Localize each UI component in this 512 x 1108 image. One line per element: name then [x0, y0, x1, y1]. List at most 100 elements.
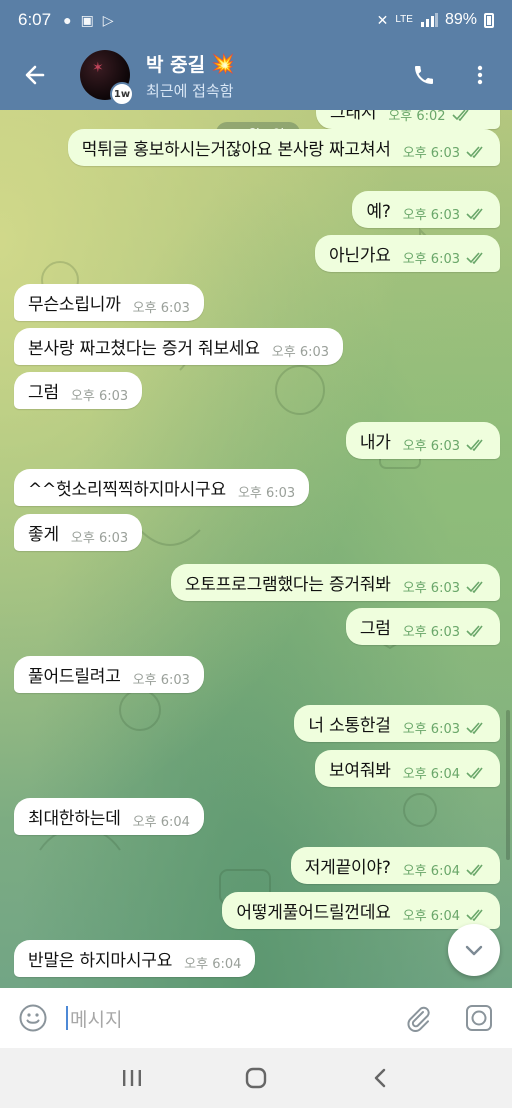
call-button[interactable]	[396, 47, 452, 103]
message-time: 오후 6:03	[402, 581, 460, 596]
message-text: 저게끝이야?	[304, 858, 391, 878]
message-text: 너 소통한걸	[308, 716, 391, 736]
more-vertical-icon	[477, 65, 483, 85]
message-text: 예?	[366, 202, 391, 222]
mute-icon: ✕	[376, 11, 389, 28]
story-badge: 1w	[110, 82, 134, 106]
message-bubble-incoming[interactable]: 무슨소립니까 오후 6:03	[14, 284, 204, 321]
chat-scrollbar[interactable]	[506, 710, 510, 860]
arrow-left-icon	[25, 65, 45, 85]
message-text: 그럼	[359, 619, 391, 639]
message-bubble-outgoing[interactable]: 예? 오후 6:03	[352, 191, 500, 228]
message-time: 오후 6:04	[184, 957, 242, 972]
read-checkmarks-icon	[466, 766, 483, 779]
chat-area[interactable]: 그래서 오후 6:02 11월 9일 먹튀글 홍보하시는거잖아요 본사랑 짜고쳐…	[0, 110, 512, 988]
message-time: 오후 6:04	[402, 767, 460, 782]
contact-name: 박 중길	[146, 53, 206, 76]
message-time: 오후 6:03	[402, 625, 460, 640]
home-button[interactable]	[226, 1053, 286, 1103]
message-bubble-outgoing[interactable]: 저게끝이야? 오후 6:04	[290, 847, 500, 884]
name-emoji: 💥	[211, 52, 235, 75]
chevron-down-icon	[465, 945, 483, 956]
notification-icon: ●	[63, 12, 72, 28]
home-icon	[245, 1067, 267, 1089]
message-bubble-outgoing[interactable]: 그래서 오후 6:02	[316, 110, 500, 129]
back-nav-button[interactable]	[350, 1053, 410, 1103]
read-checkmarks-icon	[466, 251, 483, 264]
recent-apps-button[interactable]	[102, 1053, 162, 1103]
menu-button[interactable]	[452, 47, 508, 103]
contact-name-row: 박 중길 💥	[146, 50, 235, 77]
read-checkmarks-icon	[466, 721, 483, 734]
emoji-button[interactable]	[0, 988, 66, 1048]
message-bubble-incoming[interactable]: 좋게 오후 6:03	[14, 514, 143, 551]
back-chevron-icon	[374, 1068, 386, 1088]
camera-button[interactable]	[446, 988, 512, 1048]
message-bubble-outgoing[interactable]: 아닌가요 오후 6:03	[314, 235, 500, 272]
back-button[interactable]	[0, 40, 70, 110]
message-time: 오후 6:04	[402, 864, 460, 879]
message-time: 오후 6:03	[402, 439, 460, 454]
battery-percent: 89%	[444, 11, 477, 28]
message-text: 반말은 하지마시구요	[28, 951, 173, 971]
message-bubble-incoming[interactable]: ^^헛소리찍찍하지마시구요 오후 6:03	[14, 469, 310, 506]
message-bubble-incoming[interactable]: 반말은 하지마시구요 오후 6:04	[14, 940, 256, 977]
battery-icon	[484, 12, 494, 28]
read-checkmarks-icon	[466, 908, 483, 921]
message-time: 오후 6:03	[271, 345, 330, 360]
read-checkmarks-icon	[466, 145, 483, 158]
text-caret	[66, 1006, 68, 1030]
message-text: 내가	[359, 433, 391, 453]
recent-apps-icon	[123, 1070, 141, 1086]
message-bubble-outgoing[interactable]: 먹튀글 홍보하시는거잖아요 본사랑 짜고쳐서 오후 6:03	[67, 129, 500, 166]
last-seen-status: 최근에 접속함	[146, 81, 234, 100]
read-checkmarks-icon	[452, 110, 469, 121]
message-text: 좋게	[28, 525, 59, 545]
signal-icon	[420, 13, 438, 27]
message-bubble-incoming[interactable]: 본사랑 짜고쳤다는 증거 줘보세요 오후 6:03	[14, 328, 344, 365]
network-type: LTE	[395, 14, 413, 25]
message-text: 오토프로그램했다는 증거줘봐	[184, 575, 391, 595]
message-text: 풀어드릴려고	[28, 667, 121, 687]
message-text: 먹튀글 홍보하시는거잖아요 본사랑 짜고쳐서	[81, 140, 391, 160]
message-bubble-outgoing[interactable]: 오토프로그램했다는 증거줘봐 오후 6:03	[170, 564, 500, 601]
message-bubble-outgoing[interactable]: 어떻게풀어드릴껀데요 오후 6:04	[222, 892, 500, 929]
paperclip-icon	[407, 1006, 430, 1032]
message-time: 오후 6:03	[132, 673, 190, 688]
message-bubble-incoming[interactable]: 풀어드릴려고 오후 6:03	[14, 656, 204, 693]
message-bubble-incoming[interactable]: 그럼 오후 6:03	[14, 372, 143, 409]
read-checkmarks-icon	[466, 438, 483, 451]
message-text: 보여줘봐	[328, 761, 391, 781]
system-nav-bar	[0, 1048, 512, 1108]
status-bar: 6:07 ● ▣ ▷ ✕ LTE 89%	[0, 0, 512, 40]
avatar-image: ✶	[92, 60, 104, 76]
message-bubble-incoming[interactable]: 최대한하는데 오후 6:04	[14, 798, 204, 835]
message-text: ^^헛소리찍찍하지마시구요	[28, 480, 226, 500]
message-time: 오후 6:03	[402, 146, 460, 161]
message-input[interactable]: 메시지	[66, 998, 390, 1038]
message-input-placeholder: 메시지	[70, 1008, 123, 1031]
message-time: 오후 6:02	[388, 110, 446, 124]
message-bubble-outgoing[interactable]: 내가 오후 6:03	[345, 422, 500, 459]
message-text: 무슨소립니까	[28, 295, 121, 315]
message-text: 어떻게풀어드릴껀데요	[236, 903, 391, 923]
message-bubble-outgoing[interactable]: 보여줘봐 오후 6:04	[314, 750, 500, 787]
gallery-icon: ▣	[80, 11, 94, 28]
message-time: 오후 6:03	[402, 722, 460, 737]
message-text: 본사랑 짜고쳤다는 증거 줘보세요	[28, 339, 260, 359]
read-checkmarks-icon	[466, 624, 483, 637]
contact-info[interactable]: 박 중길 💥 최근에 접속함	[146, 50, 235, 101]
message-time: 오후 6:03	[237, 486, 296, 501]
read-checkmarks-icon	[466, 863, 483, 876]
avatar[interactable]: ✶ 1w	[80, 50, 134, 106]
message-bubble-outgoing[interactable]: 너 소통한걸 오후 6:03	[294, 705, 500, 742]
chat-header: ✶ 1w 박 중길 💥 최근에 접속함	[0, 40, 512, 110]
message-bubble-outgoing[interactable]: 그럼 오후 6:03	[345, 608, 500, 645]
message-time: 오후 6:03	[70, 389, 129, 404]
attach-button[interactable]	[390, 988, 446, 1048]
status-time: 6:07	[18, 10, 52, 29]
read-checkmarks-icon	[466, 207, 483, 220]
scroll-to-bottom-button[interactable]	[448, 924, 500, 976]
message-text: 그래서	[330, 110, 377, 123]
play-icon: ▷	[102, 11, 114, 28]
